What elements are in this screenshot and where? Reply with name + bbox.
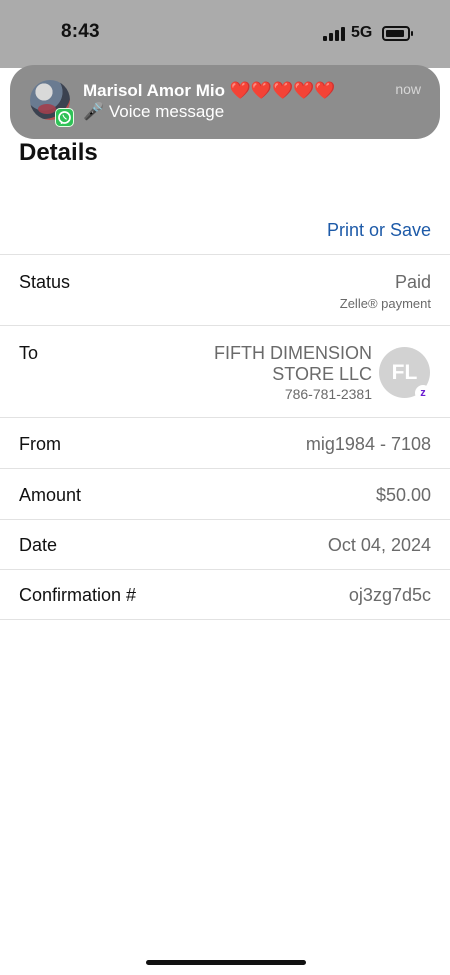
status-row: Status Paid Zelle® payment — [0, 254, 450, 325]
battery-icon — [382, 26, 413, 41]
details-divider — [0, 619, 450, 620]
cellular-signal-icon — [323, 27, 345, 41]
amount-value: $50.00 — [375, 485, 431, 505]
confirmation-value: oj3zg7d5c — [348, 585, 431, 605]
to-row[interactable]: To FIFTH DIMENSION STORE LLC 786-781-238… — [0, 325, 450, 417]
status-value: Paid — [394, 272, 431, 292]
status-label: Status — [19, 272, 71, 292]
zelle-icon: z — [415, 385, 431, 401]
from-value: mig1984 - 7108 — [305, 434, 431, 454]
notification-sender: Marisol Amor Mio ❤️❤️❤️❤️❤️ — [83, 81, 336, 100]
from-row: From mig1984 - 7108 — [0, 417, 450, 468]
from-label: From — [19, 434, 61, 454]
recipient-name: FIFTH DIMENSION STORE LLC — [214, 343, 372, 384]
date-value: Oct 04, 2024 — [327, 535, 431, 555]
whatsapp-icon — [55, 108, 74, 127]
payment-method: Zelle® payment — [339, 296, 431, 311]
network-type: 5G — [351, 24, 373, 41]
to-label: To — [19, 343, 39, 363]
status-bar: 8:43 5G — [0, 0, 450, 68]
notification-banner[interactable]: Marisol Amor Mio ❤️❤️❤️❤️❤️ 🎤 Voice mess… — [10, 65, 440, 139]
notification-time: now — [395, 81, 421, 97]
recipient-phone: 786-781-2381 — [284, 386, 372, 402]
confirmation-label: Confirmation # — [19, 585, 137, 605]
status-time: 8:43 — [61, 21, 100, 42]
home-indicator[interactable] — [146, 960, 306, 965]
page-title: Details — [19, 139, 98, 166]
date-label: Date — [19, 535, 58, 555]
confirmation-row: Confirmation # oj3zg7d5c — [0, 569, 450, 619]
notification-message: 🎤 Voice message — [83, 102, 225, 121]
date-row: Date Oct 04, 2024 — [0, 519, 450, 569]
amount-row: Amount $50.00 — [0, 468, 450, 519]
print-or-save-button[interactable]: Print or Save — [327, 220, 431, 241]
amount-label: Amount — [19, 485, 82, 505]
